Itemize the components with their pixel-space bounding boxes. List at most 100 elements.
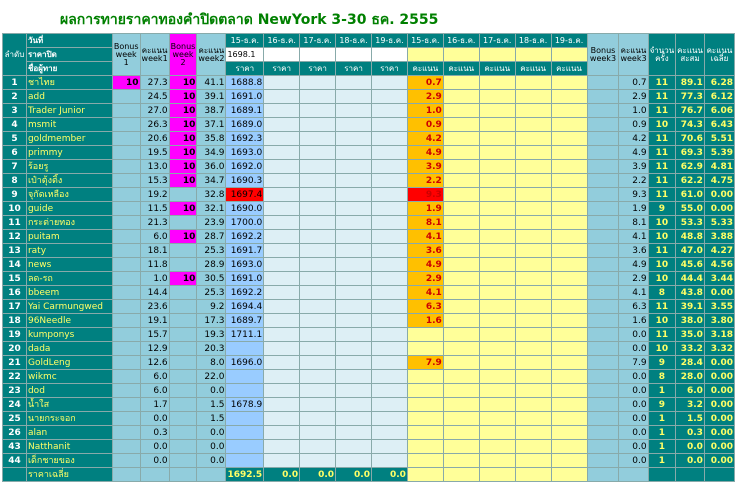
price-cell-4: [335, 313, 372, 328]
price-cell-5: [370, 383, 408, 398]
price-cell-5: [370, 327, 408, 342]
price-cell-1: 1693.0: [225, 145, 265, 160]
score-week2-cell: 1.5: [196, 397, 227, 412]
price-cell-1: 1692.2: [225, 285, 265, 300]
score-week1-cell: 0.0: [139, 453, 170, 468]
score-cell-3: [478, 299, 516, 314]
score-cell-3: [478, 383, 516, 398]
bonus-week3-cell: [586, 313, 620, 328]
rank-cell: 20: [2, 341, 27, 356]
score-cell-3: [478, 285, 516, 300]
score-cell-4: [514, 271, 552, 286]
price-cell-5: [370, 173, 408, 188]
score-cell-4: [514, 327, 552, 342]
score-cell-4: [514, 187, 552, 202]
score-date-1: 15-ธ.ค.: [406, 33, 444, 48]
price-cell-2: [263, 383, 301, 398]
score-week3-cell: 3.9: [618, 159, 649, 174]
bonus-week1-cell: [111, 103, 141, 118]
bonus-week1-cell: [111, 341, 141, 356]
date-label: วันที่: [25, 33, 113, 48]
footer-blank-3: [168, 467, 198, 482]
predictor-name: กระต่ายทอง: [25, 215, 113, 230]
score-week3-cell: 0.0: [618, 439, 649, 454]
price-cell-2: [263, 117, 301, 132]
price-cell-5: [370, 243, 408, 258]
score-cell-5: [550, 243, 588, 258]
score-cell-2: [442, 75, 480, 90]
count-cell: 10: [647, 271, 677, 286]
total-score-cell: 0.3: [675, 425, 705, 440]
price-cell-2: [263, 89, 301, 104]
table-row: 5 goldmember 20.6 10 35.8 1692.3 4.2 4.2 11 70.6 5…: [2, 131, 735, 146]
bonus-week2-cell: [168, 327, 198, 342]
score-cell-3: [478, 103, 516, 118]
score-cell-4: [514, 201, 552, 216]
bonus-week3-cell: [586, 229, 620, 244]
score-week2-cell: 25.3: [196, 285, 227, 300]
score-cell-5: [550, 383, 588, 398]
score-week2-cell: 36.0: [196, 159, 227, 174]
score-week3-cell: 9.3: [618, 187, 649, 202]
price-cell-5: [370, 229, 408, 244]
rank-cell: 6: [2, 145, 27, 160]
score-cell-1: 3.9: [406, 159, 444, 174]
price-cell-1: [225, 453, 265, 468]
score-week2-cell: 25.3: [196, 243, 227, 258]
bonus-week2-cell: 10: [168, 117, 198, 132]
avg-score-cell: 5.39: [703, 145, 735, 160]
score-week1-cell: 6.0: [139, 229, 170, 244]
avg-score-cell: 0.00: [703, 355, 735, 370]
score-cell-4: [514, 75, 552, 90]
bonus-week1-cell: [111, 439, 141, 454]
predictor-name: Yai Carmungwed: [25, 299, 113, 314]
score-cell-1: 4.2: [406, 131, 444, 146]
score-cell-2: [442, 439, 480, 454]
table-row: 44 เด็กชายของ 0.0 0.0 0.0 1 0.0 0.00: [2, 453, 735, 468]
score-cell-4: [514, 257, 552, 272]
score-week1-cell: 21.3: [139, 215, 170, 230]
table-row: 1 ชาไทย 10 27.3 10 41.1 1688.8 0.7 0.7 11 89.1 6.28: [2, 75, 735, 90]
score-week3-cell: 0.9: [618, 117, 649, 132]
score-week3-cell: 2.9: [618, 89, 649, 104]
price-cell-2: [263, 243, 301, 258]
footer-score-5: [550, 467, 588, 482]
price-cell-4: [335, 369, 372, 384]
bonus-week1-cell: [111, 313, 141, 328]
price-cell-3: [299, 397, 337, 412]
count-cell: 1: [647, 411, 677, 426]
close-price-blank-2: [263, 47, 301, 62]
score-week2-cell: 8.0: [196, 355, 227, 370]
score-sub-3: คะแนน: [478, 61, 516, 76]
bonus-week2-cell: [168, 453, 198, 468]
close-price-blank-5: [370, 47, 408, 62]
price-cell-3: [299, 327, 337, 342]
rank-cell: 26: [2, 425, 27, 440]
results-table: ลำดับ วันที่ Bonus week 1 คะแนน week1 Bo…: [2, 33, 735, 482]
score-cell-5: [550, 145, 588, 160]
bonus-week2-cell: 10: [168, 271, 198, 286]
score-week3-cell: 0.0: [618, 425, 649, 440]
price-cell-3: [299, 439, 337, 454]
bonus-week2-cell: [168, 187, 198, 202]
price-cell-5: [370, 145, 408, 160]
rank-cell: 43: [2, 439, 27, 454]
avg-score-cell: 4.81: [703, 159, 735, 174]
price-cell-5: [370, 425, 408, 440]
bonus-week3-cell: [586, 355, 620, 370]
footer-blank-2: [139, 467, 170, 482]
footer-score-4: [514, 467, 552, 482]
bonus-week3-cell: [586, 411, 620, 426]
score-cell-4: [514, 173, 552, 188]
avg-score-cell: 0.00: [703, 187, 735, 202]
score-cell-2: [442, 229, 480, 244]
price-cell-2: [263, 411, 301, 426]
score-cell-5: [550, 187, 588, 202]
predictor-name: alan: [25, 425, 113, 440]
score-cell-2: [442, 145, 480, 160]
price-cell-5: [370, 117, 408, 132]
score-cell-2: [442, 89, 480, 104]
footer-label: ราคาเฉลี่ย: [25, 467, 113, 482]
score-cell-1: 4.1: [406, 285, 444, 300]
bonus-week2-cell: [168, 285, 198, 300]
